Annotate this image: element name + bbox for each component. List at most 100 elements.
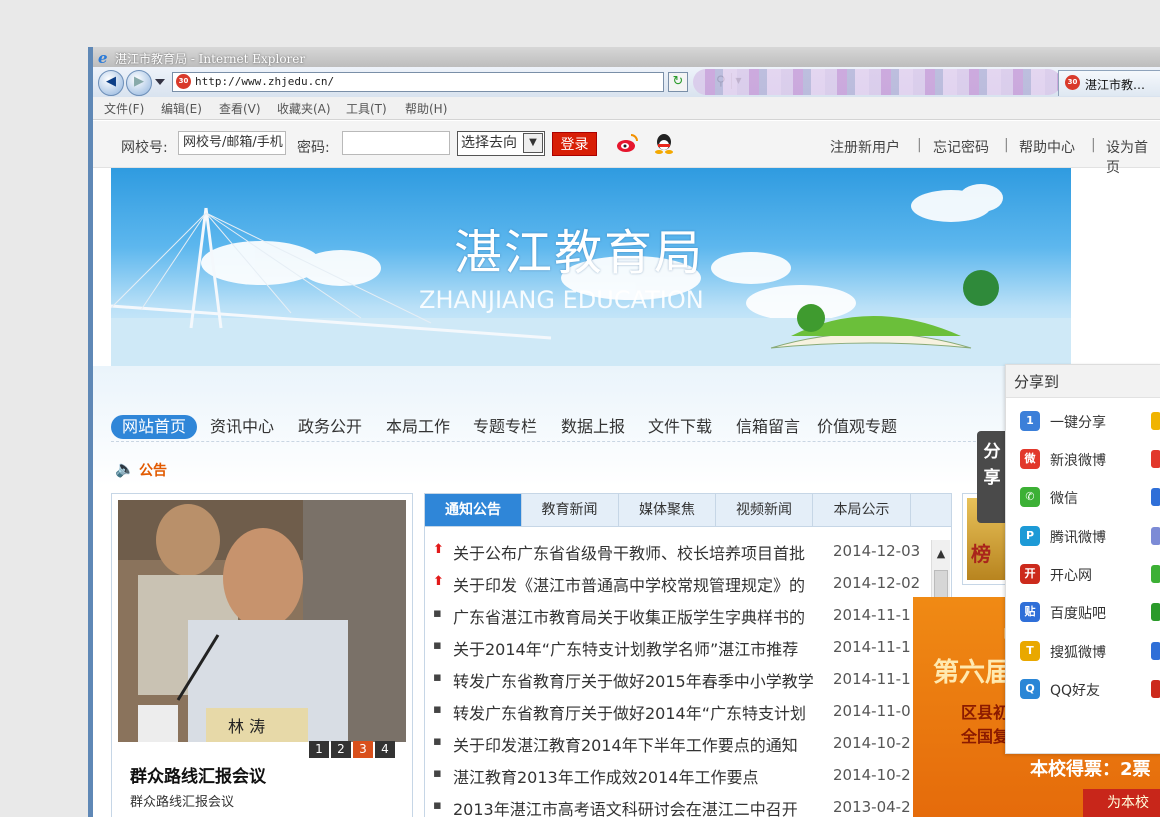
set-homepage-link[interactable]: 设为首页 xyxy=(1106,137,1160,177)
pager-4[interactable]: 4 xyxy=(375,741,395,758)
news-title[interactable]: 关于印发湛江教育2014年下半年工作要点的通知 xyxy=(453,732,833,756)
history-dropdown-icon[interactable] xyxy=(155,79,165,85)
share-sohu-weibo[interactable]: T 搜狐微博 xyxy=(1020,640,1130,664)
share-item-label: 百度贴吧 xyxy=(1050,606,1106,622)
menu-edit[interactable]: 编辑(E) xyxy=(161,100,202,117)
news-title[interactable]: 湛江教育2013年工作成效2014年工作要点 xyxy=(453,764,833,788)
nav-news-center[interactable]: 资讯中心 xyxy=(210,415,274,439)
banner: 湛江教育局 ZHANJIANG EDUCATION xyxy=(111,168,1071,366)
address-bar[interactable]: 30 http://www.zhjedu.cn/ ⚲ ▼ xyxy=(172,72,742,92)
tab-video-news[interactable]: 视频新闻 xyxy=(716,494,813,526)
news-row[interactable]: ▪ 转发广东省教育厅关于做好2015年春季中小学教学 2014-11-1 xyxy=(433,664,923,696)
share-more-icon[interactable] xyxy=(1151,488,1160,506)
nav-values-topic[interactable]: 价值观专题 xyxy=(817,415,897,439)
nameplate-text: 林 涛 xyxy=(228,717,265,736)
news-title[interactable]: 转发广东省教育厅关于做好2014年“广东特支计划 xyxy=(453,700,833,724)
school-id-input[interactable]: 网校号/邮箱/手机 xyxy=(178,131,286,155)
square-bullet-icon: ▪ xyxy=(433,798,442,813)
ie-logo-icon: e xyxy=(98,49,108,67)
share-tab[interactable]: 分享 xyxy=(977,431,1007,523)
arrow-up-icon: ⬆ xyxy=(433,574,444,589)
share-more-icon[interactable] xyxy=(1151,527,1160,545)
news-row[interactable]: ⬆ 关于公布广东省省级骨干教师、校长培养项目首批 2014-12-03 xyxy=(433,536,923,568)
news-row[interactable]: ▪ 广东省湛江市教育局关于收集正版学生字典样书的 2014-11-1 xyxy=(433,600,923,632)
register-link[interactable]: 注册新用户 xyxy=(830,137,900,157)
nav-government-affairs[interactable]: 政务公开 xyxy=(298,415,362,439)
share-more-icon[interactable] xyxy=(1151,450,1160,468)
help-center-link[interactable]: 帮助中心 xyxy=(1019,137,1075,157)
onekey-share-icon: 1 xyxy=(1020,411,1040,431)
tab-bureau-publicity[interactable]: 本局公示 xyxy=(813,494,911,526)
news-date: 2014-11-1 xyxy=(833,638,911,656)
news-title[interactable]: 关于印发《湛江市普通高中学校常规管理规定》的 xyxy=(453,572,833,596)
nav-bureau-work[interactable]: 本局工作 xyxy=(386,415,450,439)
menu-tools[interactable]: 工具(T) xyxy=(346,100,387,117)
news-row[interactable]: ▪ 转发广东省教育厅关于做好2014年“广东特支计划 2014-11-0 xyxy=(433,696,923,728)
share-baidu-tieba[interactable]: 贴 百度贴吧 xyxy=(1020,601,1130,625)
browser-window: e 湛江市教育局 - Internet Explorer ◀ ▶ 30 http… xyxy=(88,47,1160,817)
pager-2[interactable]: 2 xyxy=(331,741,351,758)
share-more-icon[interactable] xyxy=(1151,565,1160,583)
news-title[interactable]: 转发广东省教育厅关于做好2015年春季中小学教学 xyxy=(453,668,833,692)
share-more-icon[interactable] xyxy=(1151,412,1160,430)
nav-downloads[interactable]: 文件下载 xyxy=(648,415,712,439)
login-button[interactable]: 登录 xyxy=(552,132,597,156)
tencent-weibo-icon: P xyxy=(1020,526,1040,546)
share-item-label: 搜狐微博 xyxy=(1050,645,1106,661)
pager-3[interactable]: 3 xyxy=(353,741,373,758)
password-input[interactable] xyxy=(342,131,450,155)
share-qq-friend[interactable]: Q QQ好友 xyxy=(1020,678,1130,702)
tab-education-news[interactable]: 教育新闻 xyxy=(521,494,619,526)
news-title[interactable]: 关于公布广东省省级骨干教师、校长培养项目首批 xyxy=(453,540,833,564)
square-bullet-icon: ▪ xyxy=(433,734,442,749)
news-title[interactable]: 广东省湛江市教育局关于收集正版学生字典样书的 xyxy=(453,604,833,628)
news-title[interactable]: 2013年湛江市高考语文科研讨会在湛江二中召开 xyxy=(453,796,833,817)
news-row[interactable]: ▪ 2013年湛江市高考语文科研讨会在湛江二中召开 2013-04-2 xyxy=(433,792,923,817)
menu-favorites[interactable]: 收藏夹(A) xyxy=(277,100,331,117)
nav-home[interactable]: 网站首页 xyxy=(111,415,197,439)
share-title: 分享到 xyxy=(1014,373,1060,391)
share-item-label: 新浪微博 xyxy=(1050,453,1106,469)
tab-notices[interactable]: 通知公告 xyxy=(425,494,522,526)
share-more-icon[interactable] xyxy=(1151,603,1160,621)
forgot-password-link[interactable]: 忘记密码 xyxy=(933,137,989,157)
news-date: 2014-11-1 xyxy=(833,670,911,688)
vote-button[interactable]: 为本校 xyxy=(1083,789,1160,817)
menu-file[interactable]: 文件(F) xyxy=(104,100,144,117)
nav-topics[interactable]: 专题专栏 xyxy=(473,415,537,439)
destination-select[interactable]: 选择去向 ▼ xyxy=(457,131,545,156)
share-tab-label: 分享 xyxy=(983,442,1001,488)
share-sina-weibo[interactable]: 微 新浪微博 xyxy=(1020,448,1130,472)
password-label: 密码: xyxy=(297,140,330,156)
forward-button[interactable]: ▶ xyxy=(126,70,152,96)
weibo-icon[interactable] xyxy=(616,133,638,153)
news-photo[interactable]: 林 涛 xyxy=(118,500,406,742)
window-left-edge xyxy=(88,47,93,817)
refresh-button[interactable]: ↻ xyxy=(668,72,688,92)
back-button[interactable]: ◀ xyxy=(98,70,124,96)
news-row[interactable]: ▪ 关于印发湛江教育2014年下半年工作要点的通知 2014-10-2 xyxy=(433,728,923,760)
nav-data-report[interactable]: 数据上报 xyxy=(561,415,625,439)
browser-tab[interactable]: 30 湛江市教… xyxy=(1058,70,1160,96)
menu-view[interactable]: 查看(V) xyxy=(219,100,261,117)
news-row[interactable]: ▪ 湛江教育2013年工作成效2014年工作要点 2014-10-2 xyxy=(433,760,923,792)
news-row[interactable]: ▪ 关于2014年“广东特支计划教学名师”湛江市推荐 2014-11-1 xyxy=(433,632,923,664)
share-onekey[interactable]: 1 一键分享 xyxy=(1020,410,1130,434)
news-row[interactable]: ⬆ 关于印发《湛江市普通高中学校常规管理规定》的 2014-12-02 xyxy=(433,568,923,600)
tab-media-focus[interactable]: 媒体聚焦 xyxy=(619,494,716,526)
share-tencent-weibo[interactable]: P 腾讯微博 xyxy=(1020,525,1130,549)
share-more-icon[interactable] xyxy=(1151,642,1160,660)
photo-caption[interactable]: 群众路线汇报会议 xyxy=(130,762,266,787)
nav-mailbox[interactable]: 信箱留言 xyxy=(736,415,800,439)
share-kaixin[interactable]: 开 开心网 xyxy=(1020,563,1130,587)
news-title[interactable]: 关于2014年“广东特支计划教学名师”湛江市推荐 xyxy=(453,636,833,660)
share-wechat[interactable]: ✆ 微信 xyxy=(1020,486,1130,510)
menu-help[interactable]: 帮助(H) xyxy=(405,100,447,117)
share-more-icon[interactable] xyxy=(1151,680,1160,698)
pager-1[interactable]: 1 xyxy=(309,741,329,758)
address-text[interactable]: http://www.zhjedu.cn/ xyxy=(195,75,334,88)
news-date: 2014-10-2 xyxy=(833,766,911,784)
qq-icon[interactable] xyxy=(654,133,674,155)
news-date: 2014-12-03 xyxy=(833,542,921,560)
scroll-up-icon[interactable]: ▲ xyxy=(932,540,950,568)
